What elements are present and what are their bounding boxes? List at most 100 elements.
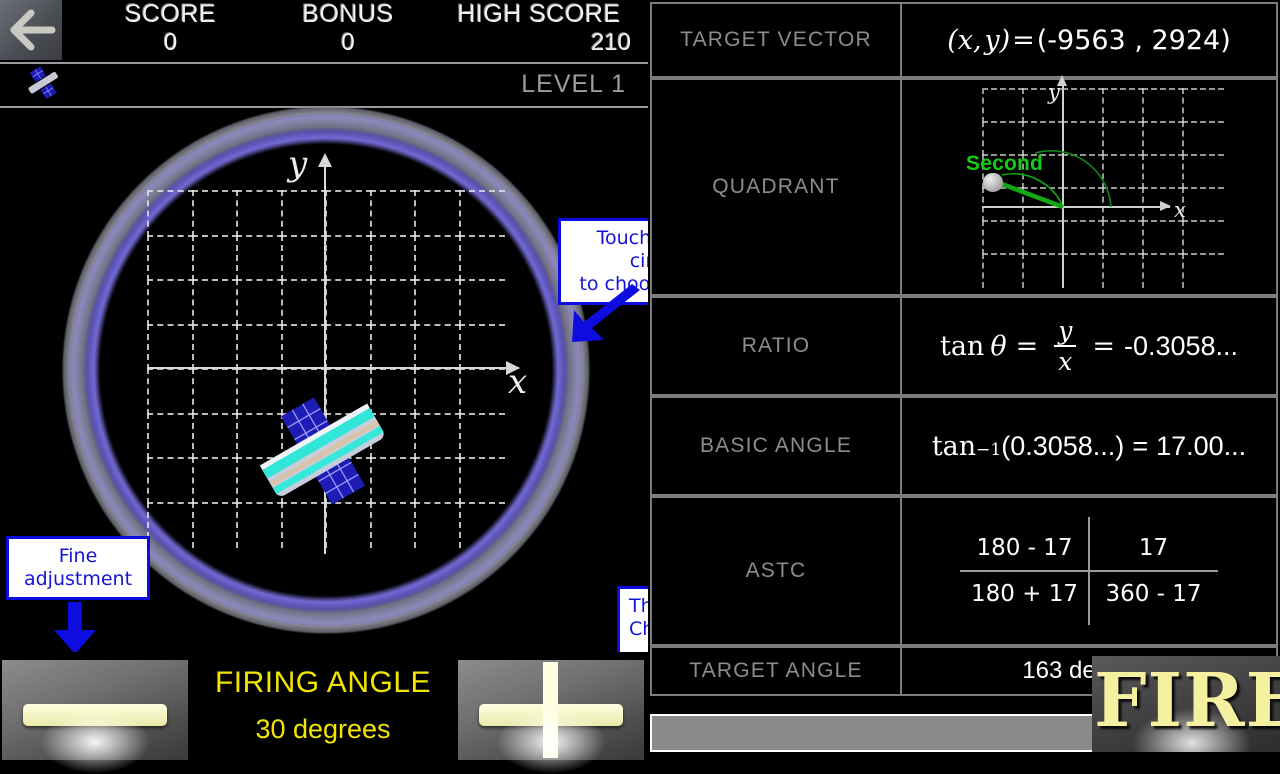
astc-quadrant-grid: 180 - 17 17 180 + 17 360 - 17 [960,517,1218,625]
basic-angle-value-cell: tan −1 (0.3058...) = 17.00... [902,398,1276,494]
grid-cell [280,234,327,281]
grid-cell [280,279,327,326]
basic-arg: (0.3058...) [1001,430,1125,461]
callout-fine-arrow-icon [54,602,96,654]
grid-cell [414,190,461,237]
bonus-column: BONUS 0 [263,0,433,57]
grid-cell [280,190,327,237]
grid-cell [191,501,238,548]
grid-cell [147,368,194,415]
callout-fine-line2: adjustment [23,568,133,590]
bonus-label: BONUS [302,0,394,28]
high-score-column: HIGH SCORE 210 [433,0,645,57]
astc-quadrant-2[interactable]: 180 - 17 [960,525,1089,571]
grid-cell [458,190,505,237]
quadrant-vector-icon [993,150,1112,210]
grid-cell [369,190,416,237]
grid-cell [369,501,416,548]
grid-cell [191,368,238,415]
grid-cell [147,457,194,504]
basic-angle-value: 17.00... [1156,430,1247,461]
callout-touch-arrow-icon [572,284,640,342]
bottom-control-bar: FIRING ANGLE 30 degrees [0,652,648,774]
grid-cell [458,368,505,415]
info-panel: TARGET VECTOR (x, y) = (-9563 , 2924) QU… [648,0,1280,768]
firing-angle-title: FIRING ANGLE [214,666,432,699]
grid-cell [147,323,194,370]
fire-button[interactable]: FIRE [1092,656,1280,752]
dial-x-axis-label: x [508,362,528,402]
grid-cell [414,368,461,415]
grid-cell [458,323,505,370]
level-bar: LEVEL 1 [0,62,648,108]
astc-quadrant-3[interactable]: 180 + 17 [960,571,1089,617]
firing-angle-value: 30 degrees [255,714,391,744]
basic-exponent: −1 [976,439,1002,460]
panel-row-target-vector: TARGET VECTOR (x, y) = (-9563 , 2924) [650,2,1278,78]
grid-cell [147,234,194,281]
coarse-adjust-pad[interactable] [2,660,188,774]
dial-x-axis [147,361,520,375]
target-angle-label: TARGET ANGLE [652,648,902,694]
score-column: SCORE 0 [78,0,263,57]
grid-cell [280,501,327,548]
grid-cell [369,279,416,326]
grid-cell [414,457,461,504]
grid-cell [414,234,461,281]
grid-cell [414,412,461,459]
quadrant-label: QUADRANT [652,80,902,294]
game-screen: SCORE 0 BONUS 0 HIGH SCORE 210 LEVEL 1 x… [0,0,1280,774]
satellite-ship-icon [259,397,384,505]
astc-label: ASTC [652,498,902,644]
grid-cell [280,323,327,370]
grid-cell [236,501,283,548]
hud-bar: SCORE 0 BONUS 0 HIGH SCORE 210 [0,0,648,64]
ratio-value-cell: tan θ = y x = -0.3058... [902,298,1276,394]
grid-cell [458,457,505,504]
vector-notation: (x, y) [947,24,1011,56]
back-button[interactable] [0,0,62,60]
grid-cell [191,412,238,459]
panel-row-astc: ASTC 180 - 17 17 180 + 17 360 - 17 [650,496,1278,646]
grid-cell [236,190,283,237]
grid-cell [369,323,416,370]
fire-button-label: FIRE [1094,658,1280,744]
grid-cell [191,457,238,504]
score-label: SCORE [124,0,217,28]
panel-row-basic-angle: BASIC ANGLE tan −1 (0.3058...) = 17.00... [650,396,1278,496]
astc-quadrant-1[interactable]: 17 [1089,525,1218,571]
grid-cell [458,501,505,548]
grid-cell [458,279,505,326]
panel-row-ratio: RATIO tan θ = y x = -0.3058... [650,296,1278,396]
grid-cell [191,323,238,370]
astc-quadrant-4[interactable]: 360 - 17 [1089,571,1218,617]
ratio-numerator: y [1058,316,1073,345]
ratio-equals-1: = [1015,330,1039,362]
grid-cell [414,279,461,326]
grid-cell [236,323,283,370]
pad-glow [40,710,150,774]
grid-cell [325,234,372,281]
ratio-equals-2: = [1092,330,1115,362]
callout-fine-line1: Fine [58,545,98,567]
grid-cell [325,190,372,237]
firing-angle-readout: FIRING ANGLE 30 degrees [190,652,456,745]
grid-cell [414,501,461,548]
grid-cell [147,412,194,459]
pad-glow [496,710,606,774]
high-score-value: 210 [590,29,631,56]
basic-angle-label: BASIC ANGLE [652,398,902,494]
ratio-value: -0.3058... [1123,330,1239,361]
grid-cell [191,234,238,281]
fine-adjust-pad[interactable] [458,660,644,774]
grid-cell [325,323,372,370]
quadrant-diagram: x y Second [902,75,1276,294]
grid-cell [369,234,416,281]
vector-equals: = [1012,24,1035,56]
grid-cell [147,190,194,237]
grid-cell [458,412,505,459]
satellite-icon [28,66,58,100]
grid-cell [236,234,283,281]
astc-value-cell: 180 - 17 17 180 + 17 360 - 17 [902,498,1276,644]
progress-bar [650,714,1094,752]
